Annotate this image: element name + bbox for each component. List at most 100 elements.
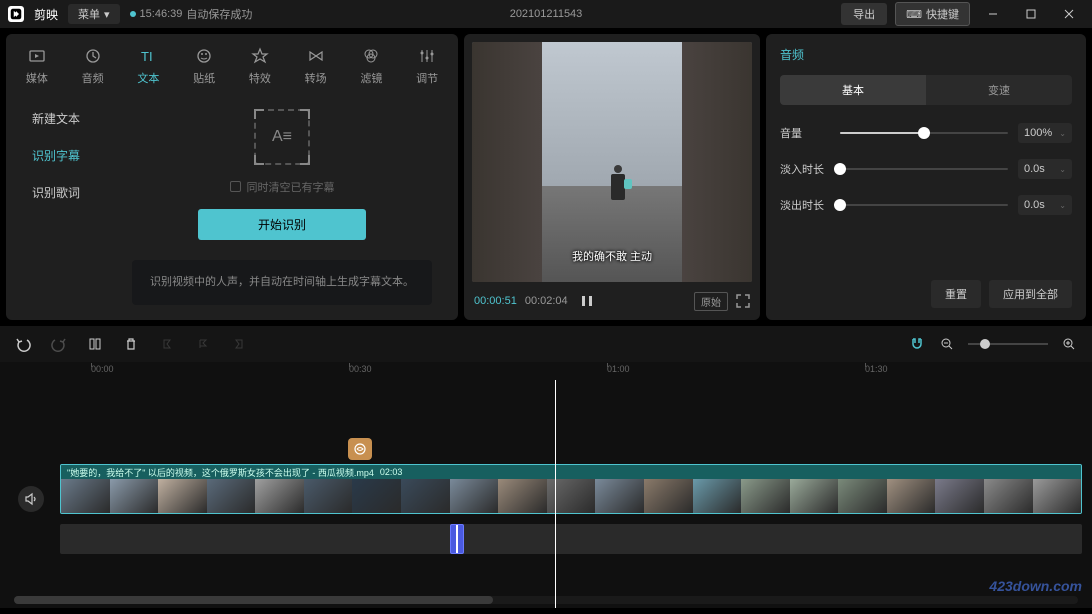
video-thumbnail: [304, 479, 353, 513]
tab-label: 调节: [416, 70, 438, 86]
clear-existing-checkbox[interactable]: 同时清空已有字幕: [230, 179, 335, 195]
undo-button[interactable]: [14, 335, 32, 353]
timeline-scrollbar[interactable]: [14, 596, 1078, 604]
track-effect-button[interactable]: [348, 438, 372, 460]
video-thumbnail: [255, 479, 304, 513]
video-thumbnail: [158, 479, 207, 513]
apply-all-button[interactable]: 应用到全部: [989, 280, 1072, 308]
scrollbar-thumb[interactable]: [14, 596, 493, 604]
mark-in-button[interactable]: [158, 335, 176, 353]
tab-basic[interactable]: 基本: [780, 75, 926, 105]
close-button[interactable]: [1054, 4, 1084, 24]
tab-label: 贴纸: [193, 70, 215, 86]
reset-button[interactable]: 重置: [931, 280, 981, 308]
video-track[interactable]: "她要的，我给不了" 以后的视频，这个俄罗斯女孩不会出现了 - 西瓜视频.mp4…: [60, 464, 1082, 514]
description-text: 识别视频中的人声，并自动在时间轴上生成字幕文本。: [150, 274, 414, 292]
fadein-slider[interactable]: [840, 168, 1008, 170]
slider-thumb[interactable]: [918, 127, 930, 139]
tab-audio[interactable]: 音频: [66, 42, 120, 90]
audio-clip[interactable]: [450, 524, 464, 554]
fadein-value[interactable]: 0.0s⌄: [1018, 159, 1072, 179]
transition-icon: [306, 46, 326, 66]
titlebar: 剪映 菜单 ▾ 15:46:39 自动保存成功 202101211543 导出 …: [0, 0, 1092, 28]
sidebar-item-new-text[interactable]: 新建文本: [14, 102, 98, 135]
subtitle-icon: A≡: [254, 109, 310, 165]
tab-label: 转场: [305, 70, 327, 86]
main-area: 媒体 音频 TI文本贴纸 特效转场 滤镜 调节 新建文本 识别字幕 识别歌词 A≡ 同时清…: [0, 28, 1092, 326]
tab-text[interactable]: TI文本: [122, 42, 176, 90]
pause-icon: [581, 295, 593, 307]
video-thumbnail: [887, 479, 936, 513]
video-thumbnail: [352, 479, 401, 513]
slider-thumb[interactable]: [834, 199, 846, 211]
playhead[interactable]: [555, 380, 556, 608]
slider-thumb[interactable]: [834, 163, 846, 175]
tab-speed[interactable]: 变速: [926, 75, 1072, 105]
minimize-button[interactable]: [978, 4, 1008, 24]
delete-button[interactable]: [122, 335, 140, 353]
fadeout-row: 淡出时长 0.0s⌄: [780, 195, 1072, 215]
video-thumbnail: [1033, 479, 1082, 513]
preview-viewport[interactable]: 我的确不敢 主动: [472, 42, 752, 282]
app-name: 剪映: [34, 6, 58, 23]
video-thumbnail: [61, 479, 110, 513]
fadeout-label: 淡出时长: [780, 197, 830, 213]
effect-icon: [250, 46, 270, 66]
timeline-ruler[interactable]: 00:0000:3001:0001:30: [60, 362, 1092, 380]
timeline: 00:0000:3001:0001:30 "她要的，我给不了" 以后的视频，这个…: [0, 326, 1092, 608]
export-button[interactable]: 导出: [841, 3, 887, 25]
sticker-icon: [194, 46, 214, 66]
chevron-icon: ⌄: [1059, 129, 1066, 138]
video-thumbnail: [984, 479, 1033, 513]
mute-track-button[interactable]: [18, 486, 44, 512]
slider-thumb[interactable]: [980, 339, 990, 349]
start-recognition-button[interactable]: 开始识别: [198, 209, 366, 240]
menu-button[interactable]: 菜单 ▾: [68, 4, 120, 24]
left-body: 新建文本 识别字幕 识别歌词 A≡ 同时清空已有字幕 开始识别 识别视频中的人声…: [6, 94, 458, 320]
tab-transition[interactable]: 转场: [289, 42, 343, 90]
zoom-in-button[interactable]: [1060, 335, 1078, 353]
tab-label: 滤镜: [360, 70, 382, 86]
tab-filter[interactable]: 滤镜: [345, 42, 399, 90]
maximize-button[interactable]: [1016, 4, 1046, 24]
zoom-slider[interactable]: [968, 343, 1048, 345]
sidebar: 新建文本 识别字幕 识别歌词: [6, 94, 106, 320]
tab-effect[interactable]: 特效: [233, 42, 287, 90]
audio-track[interactable]: [60, 524, 1082, 554]
tab-sticker[interactable]: 贴纸: [177, 42, 231, 90]
magnet-button[interactable]: [908, 335, 926, 353]
zoom-out-button[interactable]: [938, 335, 956, 353]
tab-label: 音频: [82, 70, 104, 86]
volume-slider[interactable]: [840, 132, 1008, 134]
split-button[interactable]: [86, 335, 104, 353]
ruler-tick: 01:00: [607, 364, 630, 374]
redo-button[interactable]: [50, 335, 68, 353]
sidebar-item-recognize-lyrics[interactable]: 识别歌词: [14, 176, 98, 209]
tab-label: 媒体: [26, 70, 48, 86]
mark-button[interactable]: [194, 335, 212, 353]
video-thumbnail: [693, 479, 742, 513]
volume-value[interactable]: 100%⌄: [1018, 123, 1072, 143]
fadeout-value[interactable]: 0.0s⌄: [1018, 195, 1072, 215]
ruler-tick: 00:00: [91, 364, 114, 374]
video-thumbnail: [935, 479, 984, 513]
play-pause-button[interactable]: [576, 290, 598, 312]
app-logo: [8, 6, 24, 22]
sidebar-item-recognize-subtitle[interactable]: 识别字幕: [14, 139, 98, 172]
video-clip-header: "她要的，我给不了" 以后的视频，这个俄罗斯女孩不会出现了 - 西瓜视频.mp4…: [61, 465, 1081, 479]
mark-out-button[interactable]: [230, 335, 248, 353]
original-ratio-button[interactable]: 原始: [694, 292, 728, 311]
menu-label: 菜单: [78, 6, 100, 22]
fadein-row: 淡入时长 0.0s⌄: [780, 159, 1072, 179]
preview-right-controls: 原始: [694, 292, 750, 311]
properties-panel: 音频 基本 变速 音量 100%⌄ 淡入时长 0.0s⌄ 淡出时长 0.0s⌄: [766, 34, 1086, 320]
fullscreen-button[interactable]: [736, 294, 750, 308]
tab-video[interactable]: 媒体: [10, 42, 64, 90]
fullscreen-icon: [736, 294, 750, 308]
shortcut-button[interactable]: ⌨ 快捷键: [895, 2, 970, 26]
video-thumbnail: [790, 479, 839, 513]
tab-adjust[interactable]: 调节: [400, 42, 454, 90]
fadeout-slider[interactable]: [840, 204, 1008, 206]
video-thumbnail: [401, 479, 450, 513]
timeline-tracks[interactable]: "她要的，我给不了" 以后的视频，这个俄罗斯女孩不会出现了 - 西瓜视频.mp4…: [0, 380, 1092, 608]
